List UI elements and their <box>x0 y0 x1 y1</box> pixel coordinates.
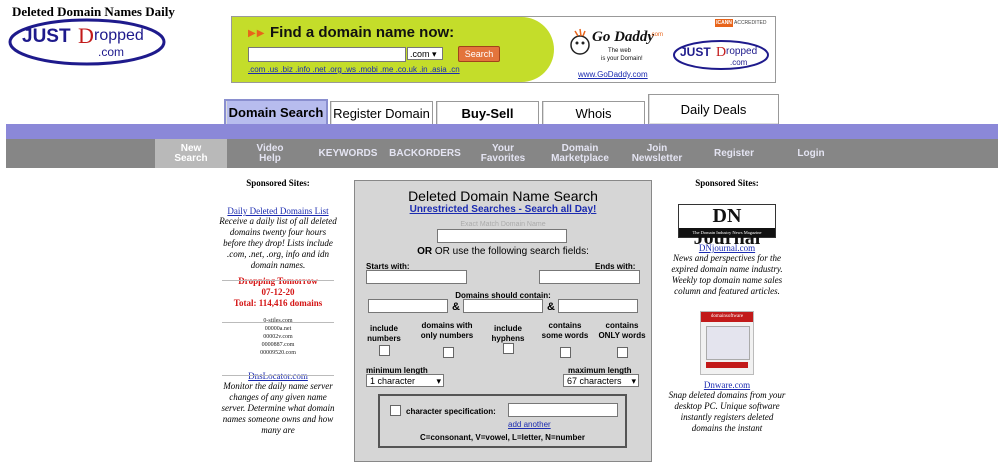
godaddy-banner[interactable]: ▶▶ Find a domain name now: .com ▾ Search… <box>231 16 776 83</box>
ad-dnslocator-text: Monitor the daily name server changes of… <box>221 381 335 435</box>
svg-text:is your Domain!: is your Domain! <box>601 56 643 62</box>
ad-daily-deleted-text: Receive a daily list of all deleted doma… <box>219 216 337 270</box>
nav-keywords[interactable]: KEYWORDS <box>312 139 384 168</box>
godaddy-logo: Go Daddy .com The web is your Domain! <box>570 28 663 62</box>
banner-search-panel: ▶▶ Find a domain name now: .com ▾ Search… <box>232 17 554 82</box>
chevron-down-icon: ▾ <box>436 376 441 386</box>
arrows-icon: ▶▶ <box>248 28 266 39</box>
svg-text:.com: .com <box>98 45 124 59</box>
divider <box>222 375 334 376</box>
dropping-tomorrow-title: Dropping Tomorrow <box>238 276 318 286</box>
include-numbers-checkbox[interactable] <box>379 345 390 356</box>
dropping-date: 07-12-20 <box>261 287 295 297</box>
nav-domain-marketplace[interactable]: Domain Marketplace <box>542 139 618 168</box>
amp: & <box>452 301 460 313</box>
tab-underline-bar <box>6 124 998 139</box>
option-include-numbers-label: include numbers <box>367 324 401 343</box>
svg-text:The web: The web <box>608 48 632 54</box>
option-include-hyphens-label: include hyphens <box>491 324 525 343</box>
sample-domain[interactable]: 00000a.net <box>218 325 338 333</box>
contains-input-2[interactable] <box>463 299 543 313</box>
nav-register[interactable]: Register <box>700 139 768 168</box>
banner-tld-select[interactable]: .com ▾ <box>407 47 443 60</box>
icann-badge: ICANN ACCREDITED <box>715 19 767 27</box>
sample-domain[interactable]: 0000887.com <box>218 341 338 349</box>
or-instructions: OR OR use the following search fields: <box>417 246 589 257</box>
banner-search-button[interactable]: Search <box>458 46 500 62</box>
right-sponsored-heading: Sponsored Sites: <box>695 178 759 188</box>
dnware-product-box[interactable]: domainsoftware <box>700 311 754 375</box>
svg-text:ropped: ropped <box>726 46 757 57</box>
option-only-numbers-label: domains with only numbers <box>420 321 474 340</box>
chevron-down-icon: ▾ <box>631 376 636 386</box>
dnware-link[interactable]: Dnware.com <box>668 380 786 390</box>
starts-with-input[interactable] <box>366 270 467 284</box>
banner-domain-input[interactable] <box>248 47 406 62</box>
tab-domain-search[interactable]: Domain Search <box>224 99 328 125</box>
svg-text:JUST: JUST <box>22 26 71 47</box>
svg-text:Go Daddy: Go Daddy <box>592 29 654 45</box>
contains-input-1[interactable] <box>368 299 448 313</box>
nav-video-help[interactable]: Video Help <box>234 139 306 168</box>
unrestricted-searches-link[interactable]: Unrestricted Searches - Search all Day! <box>355 204 651 215</box>
sample-domain[interactable]: 0-stiles.com <box>218 317 338 325</box>
svg-text:D: D <box>78 23 94 48</box>
amp: & <box>547 301 555 313</box>
sample-domain[interactable]: 00009520.com <box>218 349 338 357</box>
character-spec-checkbox[interactable] <box>390 405 401 416</box>
nav-backorders[interactable]: BACKORDERS <box>388 139 462 168</box>
only-words-checkbox[interactable] <box>617 347 628 358</box>
right-sponsored: Sponsored Sites: DN Journal The Domain I… <box>668 178 786 434</box>
dnjournal-text: News and perspectives for the expired do… <box>671 253 783 296</box>
divider <box>222 280 334 281</box>
ad-daily-deleted-link[interactable]: Daily Deleted Domains List <box>218 206 338 216</box>
ends-with-input[interactable] <box>539 270 640 284</box>
form-title: Deleted Domain Name Search <box>408 188 598 204</box>
min-length-select[interactable]: 1 character ▾ <box>366 374 444 387</box>
left-sponsored-heading: Sponsored Sites: <box>246 178 310 188</box>
only-numbers-checkbox[interactable] <box>443 347 454 358</box>
max-length-select[interactable]: 67 characters ▾ <box>563 374 639 387</box>
svg-text:JUST: JUST <box>680 45 711 59</box>
option-some-words-label: contains some words <box>541 321 589 340</box>
tab-buy-sell[interactable]: Buy-Sell <box>436 101 539 125</box>
godaddy-link[interactable]: www.GoDaddy.com <box>578 70 648 79</box>
contains-input-3[interactable] <box>558 299 638 313</box>
tab-whois[interactable]: Whois <box>542 101 645 125</box>
main-nav: New Search Video Help KEYWORDS BACKORDER… <box>6 139 998 168</box>
exact-match-input[interactable] <box>437 229 567 243</box>
sample-domain[interactable]: 00002v.com <box>218 333 338 341</box>
dnjournal-logo[interactable]: DN Journal The Domain Industry News Maga… <box>678 204 776 249</box>
option-only-words-label: contains ONLY words <box>598 321 646 340</box>
svg-text:ropped: ropped <box>94 27 144 44</box>
tab-daily-deals[interactable]: Daily Deals <box>648 94 779 124</box>
deleted-domain-search-form: Deleted Domain Name Search Unrestricted … <box>354 180 652 462</box>
character-legend: C=consonant, V=vowel, L=letter, N=number <box>420 433 585 442</box>
character-spec-box: character specification: add another C=c… <box>378 394 627 448</box>
exact-match-label: Exact Match Domain Name <box>460 221 546 228</box>
svg-text:.com: .com <box>730 58 748 67</box>
add-another-link[interactable]: add another <box>508 420 551 429</box>
dropping-total[interactable]: Total: 114,416 domains <box>218 298 338 309</box>
banner-title: Find a domain name now: <box>270 24 455 41</box>
tab-register-domain[interactable]: Register Domain <box>330 101 433 125</box>
dnware-text: Snap deleted domains from your desktop P… <box>668 390 786 433</box>
svg-text:D: D <box>716 45 726 60</box>
banner-tld-links[interactable]: .com .us .biz .info .net .org .ws .mobi … <box>248 65 460 74</box>
ad-dnslocator-link[interactable]: DnsLocator.com <box>218 371 338 381</box>
nav-new-search[interactable]: New Search <box>155 139 227 168</box>
character-spec-input[interactable] <box>508 403 618 417</box>
include-hyphens-checkbox[interactable] <box>503 343 514 354</box>
character-spec-label: character specification: <box>406 407 496 416</box>
svg-text:.com: .com <box>650 32 663 38</box>
banner-justdropped-logo: JUST D ropped .com <box>673 40 769 70</box>
divider <box>222 322 334 323</box>
left-sponsored: Sponsored Sites: Daily Deleted Domains L… <box>218 178 338 436</box>
site-logo[interactable]: JUST D ropped .com <box>8 18 166 66</box>
nav-your-favorites[interactable]: Your Favorites <box>468 139 538 168</box>
nav-join-newsletter[interactable]: Join Newsletter <box>622 139 692 168</box>
some-words-checkbox[interactable] <box>560 347 571 358</box>
nav-login[interactable]: Login <box>776 139 846 168</box>
